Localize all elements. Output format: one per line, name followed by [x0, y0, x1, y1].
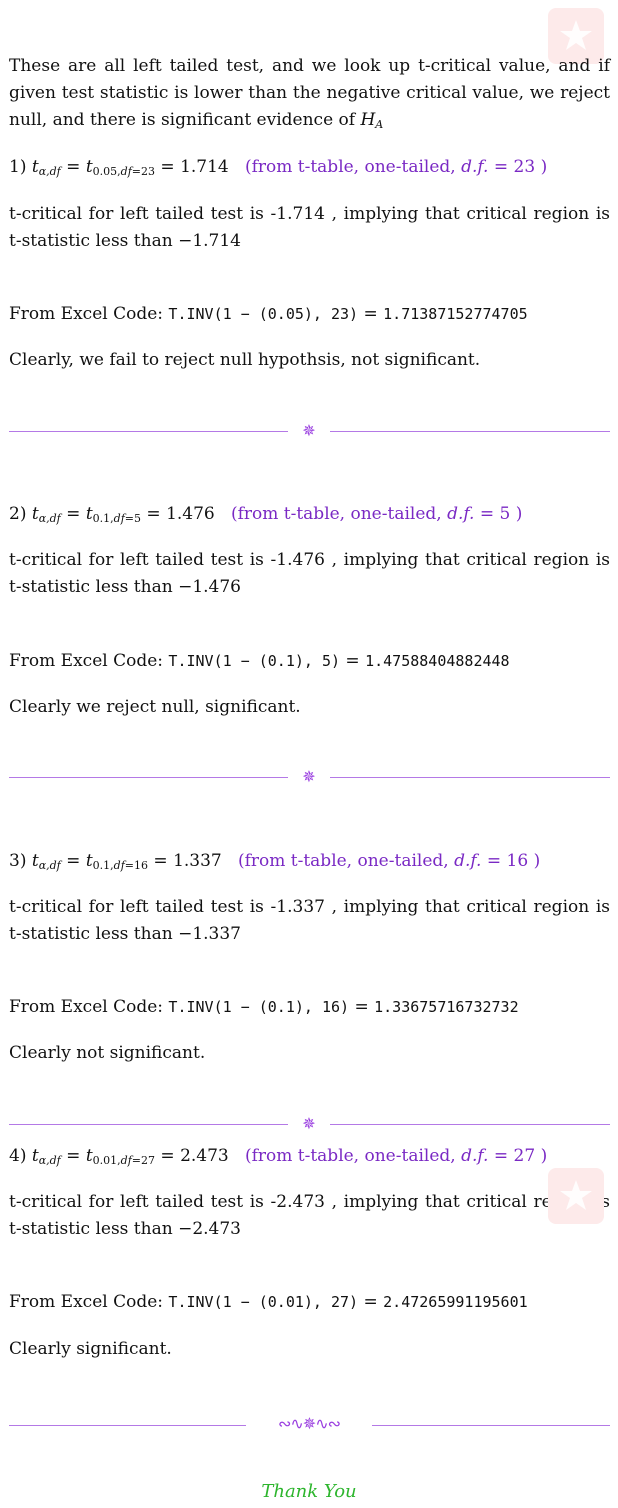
problem-heading: 1) tα,df = t0.05,df=23 = 1.714 (from t-t… — [9, 157, 548, 178]
critical-region-text: t-critical for left tailed test is -1.47… — [9, 550, 610, 597]
divider-line — [9, 1124, 288, 1125]
conclusion-text: Clearly, we fail to reject null hypothsi… — [9, 350, 481, 370]
divider-line — [9, 431, 288, 432]
critical-region-text: t-critical for left tailed test is -1.33… — [9, 897, 610, 944]
divider-line — [330, 777, 610, 778]
excel-code-line: From Excel Code: T.INV(1 − (0.05), 23) =… — [9, 304, 528, 324]
conclusion-text: Clearly significant. — [9, 1339, 172, 1359]
ornament-icon: ✵ — [302, 421, 316, 440]
ornament-icon: ∾∿✵∿∾ — [277, 1414, 341, 1433]
excel-code-line: From Excel Code: T.INV(1 − (0.01), 27) =… — [9, 1292, 528, 1312]
divider-line — [330, 431, 610, 432]
excel-code-line: From Excel Code: T.INV(1 − (0.1), 5) = 1… — [9, 651, 510, 671]
critical-region-text: t-critical for left tailed test is -2.47… — [9, 1192, 610, 1239]
excel-code-line: From Excel Code: T.INV(1 − (0.1), 16) = … — [9, 997, 519, 1017]
table-source-note: (from t-table, one-tailed, d.f. = 27 ) — [244, 1146, 548, 1166]
divider-line — [330, 1124, 610, 1125]
ornament-icon: ✵ — [302, 767, 316, 786]
divider-line — [9, 777, 288, 778]
ornament-icon: ✵ — [302, 1114, 316, 1133]
table-source-note: (from t-table, one-tailed, d.f. = 16 ) — [237, 851, 541, 871]
conclusion-text: Clearly we reject null, significant. — [9, 697, 301, 717]
intro-paragraph: These are all left tailed test, and we l… — [9, 56, 610, 131]
closing-text: Thank You — [261, 1481, 357, 1502]
problem-heading: 2) tα,df = t0.1,df=5 = 1.476 (from t-tab… — [9, 504, 523, 525]
conclusion-text: Clearly not significant. — [9, 1043, 206, 1063]
table-source-note: (from t-table, one-tailed, d.f. = 23 ) — [244, 157, 548, 177]
divider-line — [372, 1425, 610, 1426]
watermark-logo — [548, 1168, 604, 1224]
critical-region-text: t-critical for left tailed test is -1.71… — [9, 204, 610, 251]
divider-line — [9, 1425, 246, 1426]
problem-heading: 4) tα,df = t0.01,df=27 = 2.473 (from t-t… — [9, 1146, 548, 1167]
problem-heading: 3) tα,df = t0.1,df=16 = 1.337 (from t-ta… — [9, 851, 541, 872]
table-source-note: (from t-table, one-tailed, d.f. = 5 ) — [230, 504, 523, 524]
